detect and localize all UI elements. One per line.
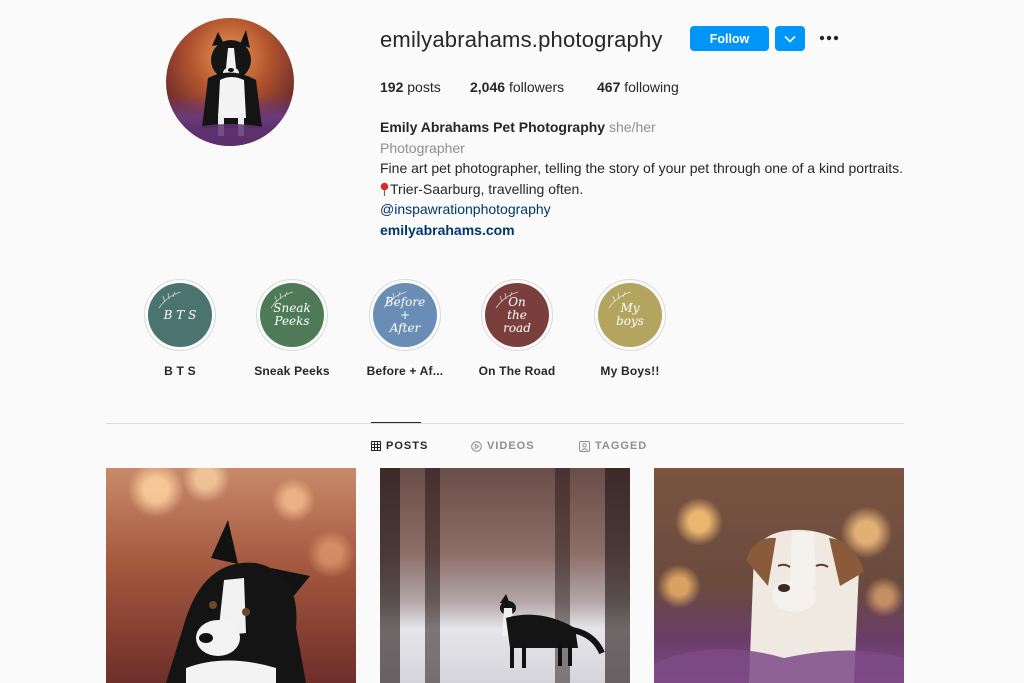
highlight-sneak-peeks[interactable]: Sneak Peeks Sneak Peeks xyxy=(252,279,332,378)
highlight-my-boys[interactable]: My boys My Boys!! xyxy=(590,279,670,378)
full-name: Emily Abrahams Pet Photography xyxy=(380,119,606,135)
tab-tagged-label: TAGGED xyxy=(595,440,648,452)
following-label: following xyxy=(624,79,679,95)
dog-illustration xyxy=(654,529,904,683)
highlight-ring: My boys xyxy=(594,279,666,351)
post-thumbnail[interactable] xyxy=(654,468,904,683)
post-thumbnail[interactable] xyxy=(380,468,630,683)
followers-count: 2,046 xyxy=(470,79,506,95)
website-link[interactable]: emilyabrahams.com xyxy=(380,220,903,241)
highlight-title: On The Road xyxy=(478,364,556,378)
location-text: Trier-Saarburg, travelling often. xyxy=(390,180,584,197)
category-label: Photographer xyxy=(380,139,465,156)
grid-icon xyxy=(371,441,381,451)
highlight-on-the-road[interactable]: On the road On The Road xyxy=(477,279,557,378)
highlight-cover: My boys xyxy=(598,283,662,347)
posts-label: posts xyxy=(407,79,441,95)
highlight-bts[interactable]: B T S B T S xyxy=(140,279,220,378)
tab-posts[interactable]: POSTS xyxy=(371,440,428,452)
highlight-cover-text: Before + After xyxy=(384,294,426,335)
following-count: 467 xyxy=(597,79,621,95)
highlight-cover: B T S xyxy=(148,283,212,347)
tab-videos-label: VIDEOS xyxy=(487,440,535,452)
highlight-cover-text: B T S xyxy=(163,307,197,322)
tag-icon xyxy=(579,440,590,452)
leaf-icon xyxy=(158,291,182,309)
highlight-cover-text: On the road xyxy=(503,294,531,335)
highlight-ring: On the road xyxy=(481,279,553,351)
tab-tagged[interactable]: TAGGED xyxy=(579,440,647,452)
profile-username: emilyabrahams.photography xyxy=(380,27,663,52)
dog-illustration xyxy=(180,30,280,146)
highlight-title: Before + Af... xyxy=(366,364,444,378)
dog-illustration xyxy=(500,594,605,668)
highlight-before-after[interactable]: Before + After Before + Af... xyxy=(365,279,445,378)
more-horizontal-icon xyxy=(819,35,839,41)
highlight-title: Sneak Peeks xyxy=(254,364,330,378)
play-icon xyxy=(471,440,482,452)
mention-link[interactable]: @inspawrationphotography xyxy=(380,199,903,220)
highlight-cover: Sneak Peeks xyxy=(260,283,324,347)
tab-videos[interactable]: VIDEOS xyxy=(471,440,535,452)
following-stat[interactable]: 467 following xyxy=(597,79,679,95)
highlight-title: My Boys!! xyxy=(600,364,660,378)
highlight-ring: Sneak Peeks xyxy=(256,279,328,351)
highlight-cover: Before + After xyxy=(373,283,437,347)
chevron-down-icon xyxy=(784,35,796,43)
highlight-ring: Before + After xyxy=(369,279,441,351)
posts-count: 192 xyxy=(380,79,404,95)
location-line: Trier-Saarburg, travelling often. xyxy=(380,179,903,200)
round-pushpin-icon xyxy=(380,182,389,196)
posts-stat: 192 posts xyxy=(380,79,441,95)
followers-label: followers xyxy=(508,79,565,95)
suggested-accounts-button[interactable] xyxy=(775,26,805,51)
profile-bio: Emily Abrahams Pet Photography she/her P… xyxy=(380,117,903,240)
pronouns: she/her xyxy=(608,119,656,135)
highlight-cover: On the road xyxy=(485,283,549,347)
dog-illustration xyxy=(166,520,310,683)
highlight-cover-text: Sneak Peeks xyxy=(273,301,311,328)
tabs-divider xyxy=(106,423,904,424)
bio-description: Fine art pet photographer, telling the s… xyxy=(380,160,903,176)
highlight-ring: B T S xyxy=(144,279,216,351)
highlight-cover-text: My boys xyxy=(616,301,644,328)
profile-avatar[interactable] xyxy=(166,18,294,146)
highlight-title: B T S xyxy=(164,364,196,378)
tab-posts-label: POSTS xyxy=(386,440,429,452)
active-tab-indicator xyxy=(371,422,421,423)
followers-stat[interactable]: 2,046 followers xyxy=(470,79,564,95)
more-options-button[interactable] xyxy=(817,30,841,46)
follow-button[interactable]: Follow xyxy=(690,26,769,51)
post-thumbnail[interactable] xyxy=(106,468,356,683)
